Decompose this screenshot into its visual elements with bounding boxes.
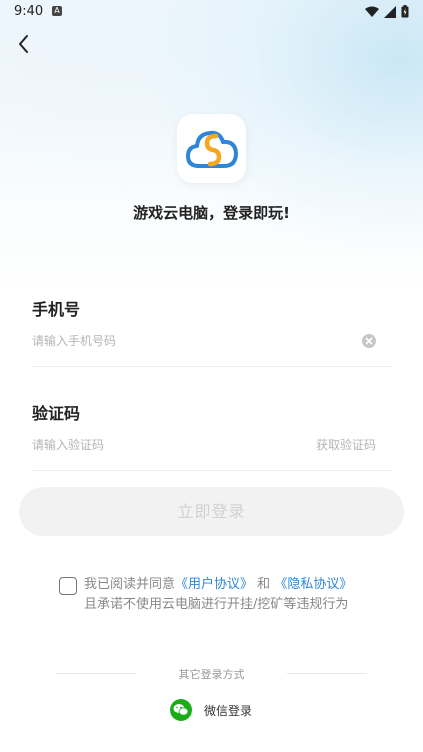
back-button[interactable] [12,32,36,56]
phone-label: 手机号 [32,300,81,319]
status-time: 9:40 [14,4,44,19]
agreement-and: 和 [257,577,271,592]
signal-icon [384,5,396,18]
clear-phone-button[interactable] [362,334,376,348]
code-divider [32,470,391,471]
chevron-left-icon [19,35,28,53]
agreement-line2: 且承诺不使用云电脑进行开挂/挖矿等违规行为 [84,597,349,612]
agreement-checkbox[interactable] [59,577,77,595]
agreement-prefix: 我已阅读并同意 [84,577,176,592]
wifi-icon [365,6,379,17]
login-button[interactable]: 立即登录 [19,487,404,536]
app-logo [177,114,246,183]
wechat-icon [170,699,192,721]
user-agreement-link[interactable]: 《用户协议》 [175,577,253,592]
get-code-button[interactable]: 获取验证码 [300,436,376,453]
wechat-login-label: 微信登录 [204,703,253,718]
status-bar: 9:40 A [0,0,423,24]
app-tagline: 游戏云电脑，登录即玩! [133,204,290,222]
code-label: 验证码 [32,404,81,423]
phone-divider [32,366,391,367]
battery-icon [401,5,409,18]
agreement-text: 我已阅读并同意《用户协议》 和 《隐私协议》 且承诺不使用云电脑进行开挂/挖矿等… [84,575,384,615]
phone-input[interactable] [32,330,352,352]
clear-icon [365,337,373,345]
wechat-login-button[interactable]: 微信登录 [170,699,252,721]
cloud-logo-icon [185,130,238,168]
status-icons [365,5,409,18]
wechat-bubbles-icon [173,704,189,716]
notification-icon: A [52,6,62,16]
other-login-title: 其它登录方式 [178,668,245,681]
privacy-agreement-link[interactable]: 《隐私协议》 [274,577,352,592]
other-login-divider-right [287,673,367,674]
code-input[interactable] [32,434,292,456]
